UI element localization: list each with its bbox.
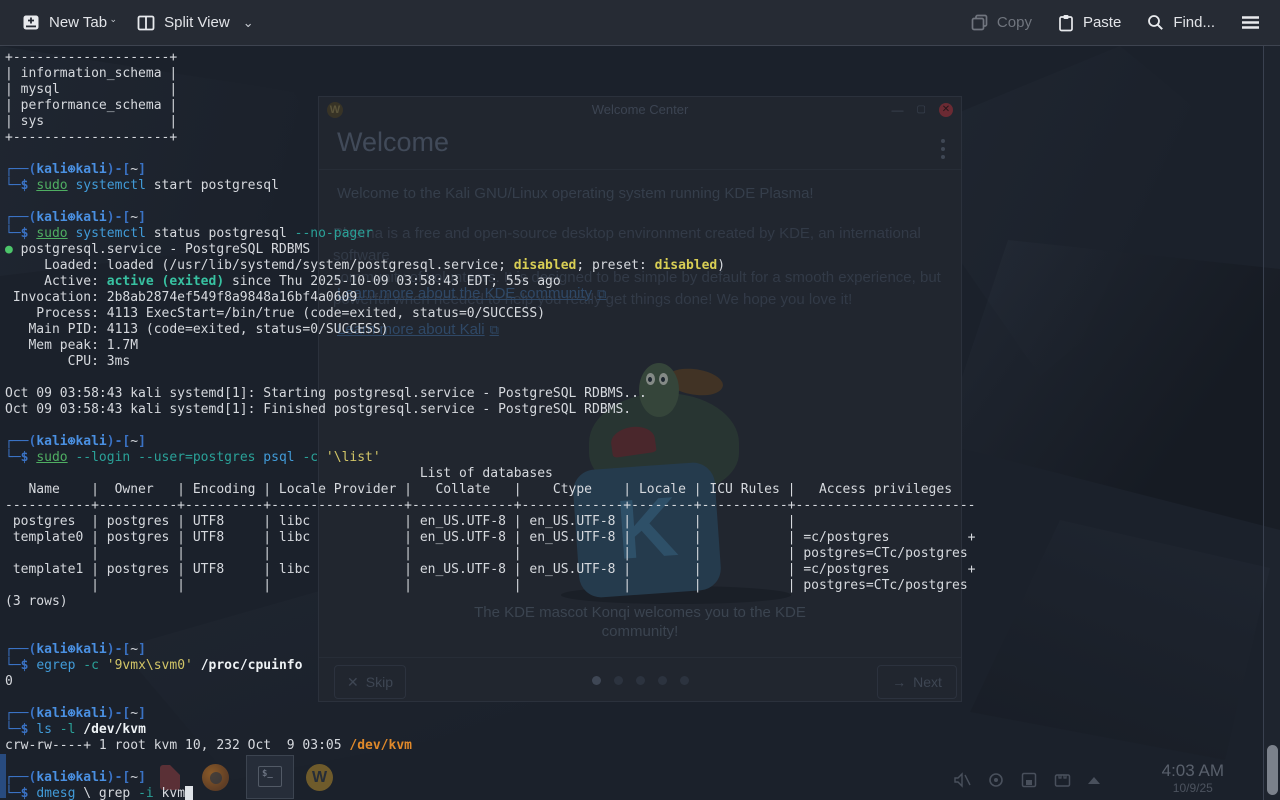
terminal-line: template1 | postgres | UTF8 | libc | en_… <box>5 562 976 578</box>
menu-button[interactable] <box>1233 15 1268 30</box>
hamburger-menu-icon <box>1241 15 1260 30</box>
terminal-toolbar: New Tab ⌄ Split View ⌄ Copy <box>0 0 1280 46</box>
terminal-line: | | | | | | | | postgres=CTc/postgres <box>5 578 976 594</box>
chevron-down-icon[interactable]: ⌄ <box>243 15 254 31</box>
terminal-line <box>5 146 976 162</box>
terminal-line: ┌──(kali⊛kali)-[~] <box>5 642 976 658</box>
search-icon <box>1147 14 1164 31</box>
terminal-line: (3 rows) <box>5 594 976 610</box>
terminal-line: | sys | <box>5 114 976 130</box>
copy-icon <box>971 14 988 31</box>
split-view-icon <box>137 15 155 31</box>
terminal-line: ┌──(kali⊛kali)-[~] <box>5 162 976 178</box>
terminal-line: Invocation: 2b8ab2874ef549f8a9848a16bf4a… <box>5 290 976 306</box>
terminal-line: Oct 09 03:58:43 kali systemd[1]: Startin… <box>5 386 976 402</box>
terminal-line: | | | | | | | | postgres=CTc/postgres <box>5 546 976 562</box>
network-icon[interactable] <box>1054 773 1071 788</box>
terminal-output[interactable]: +--------------------+| information_sche… <box>5 50 976 800</box>
clock-widget[interactable]: 4:03 AM 10/9/25 <box>1162 761 1224 795</box>
terminal-line: ● postgresql.service - PostgreSQL RDBMS <box>5 242 976 258</box>
qterminal-window: $_ W 4:03 AM 10/9/25 <box>0 0 1280 800</box>
paste-icon <box>1058 14 1074 32</box>
terminal-line <box>5 610 976 626</box>
terminal-line: Process: 4113 ExecStart=/bin/true (code=… <box>5 306 976 322</box>
terminal-line: Active: active (exited) since Thu 2025-1… <box>5 274 976 290</box>
terminal-line <box>5 194 976 210</box>
settings-icon[interactable] <box>988 772 1004 788</box>
expand-tray-icon[interactable] <box>1088 777 1100 784</box>
terminal-line: +--------------------+ <box>5 50 976 66</box>
new-tab-button[interactable]: New Tab ⌄ <box>14 14 115 31</box>
terminal-line: ┌──(kali⊛kali)-[~] <box>5 434 976 450</box>
wallpaper-shape <box>940 240 1280 530</box>
terminal-line: └─$ ls -l /dev/kvm <box>5 722 976 738</box>
terminal-line: postgres | postgres | UTF8 | libc | en_U… <box>5 514 976 530</box>
terminal-line: 0 <box>5 674 976 690</box>
terminal-line: | performance_schema | <box>5 98 976 114</box>
scrollbar-track[interactable] <box>1263 46 1280 800</box>
terminal-line: ┌──(kali⊛kali)-[~] <box>5 210 976 226</box>
terminal-line: -----------+----------+----------+------… <box>5 498 976 514</box>
terminal-line: Loaded: loaded (/usr/lib/systemd/system/… <box>5 258 976 274</box>
terminal-line: Name | Owner | Encoding | Locale Provide… <box>5 482 976 498</box>
scrollbar-thumb[interactable] <box>1267 745 1278 795</box>
terminal-line: CPU: 3ms <box>5 354 976 370</box>
terminal-line: └─$ sudo systemctl status postgresql --n… <box>5 226 976 242</box>
terminal-line: └─$ dmesg \ grep -i kvm <box>5 786 976 800</box>
split-view-button[interactable]: Split View ⌄ <box>129 14 262 31</box>
terminal-line <box>5 690 976 706</box>
disk-icon[interactable] <box>1021 772 1037 788</box>
chevron-down-icon[interactable]: ⌄ <box>110 14 118 25</box>
terminal-line: +--------------------+ <box>5 130 976 146</box>
terminal-line <box>5 754 976 770</box>
terminal-line: └─$ sudo systemctl start postgresql <box>5 178 976 194</box>
find-button[interactable]: Find... <box>1139 14 1223 31</box>
wallpaper-shape <box>970 520 1270 760</box>
terminal-line: | mysql | <box>5 82 976 98</box>
terminal-line: crw-rw----+ 1 root kvm 10, 232 Oct 9 03:… <box>5 738 976 754</box>
terminal-line: | information_schema | <box>5 66 976 82</box>
terminal-line: ┌──(kali⊛kali)-[~] <box>5 706 976 722</box>
terminal-line: ┌──(kali⊛kali)-[~] <box>5 770 976 786</box>
terminal-line: Main PID: 4113 (code=exited, status=0/SU… <box>5 322 976 338</box>
terminal-line: └─$ sudo --login --user=postgres psql -c… <box>5 450 976 466</box>
clock-date: 10/9/25 <box>1162 781 1224 795</box>
terminal-line: template0 | postgres | UTF8 | libc | en_… <box>5 530 976 546</box>
new-tab-icon <box>22 14 40 31</box>
clock-time: 4:03 AM <box>1162 761 1224 781</box>
terminal-line: Oct 09 03:58:43 kali systemd[1]: Finishe… <box>5 402 976 418</box>
terminal-line <box>5 626 976 642</box>
copy-button[interactable]: Copy <box>963 14 1040 31</box>
terminal-line: List of databases <box>5 466 976 482</box>
terminal-line: └─$ egrep -c '9vmx\svm0' /proc/cpuinfo <box>5 658 976 674</box>
terminal-line: Mem peak: 1.7M <box>5 338 976 354</box>
paste-button[interactable]: Paste <box>1050 14 1129 32</box>
terminal-line <box>5 418 976 434</box>
terminal-line <box>5 370 976 386</box>
